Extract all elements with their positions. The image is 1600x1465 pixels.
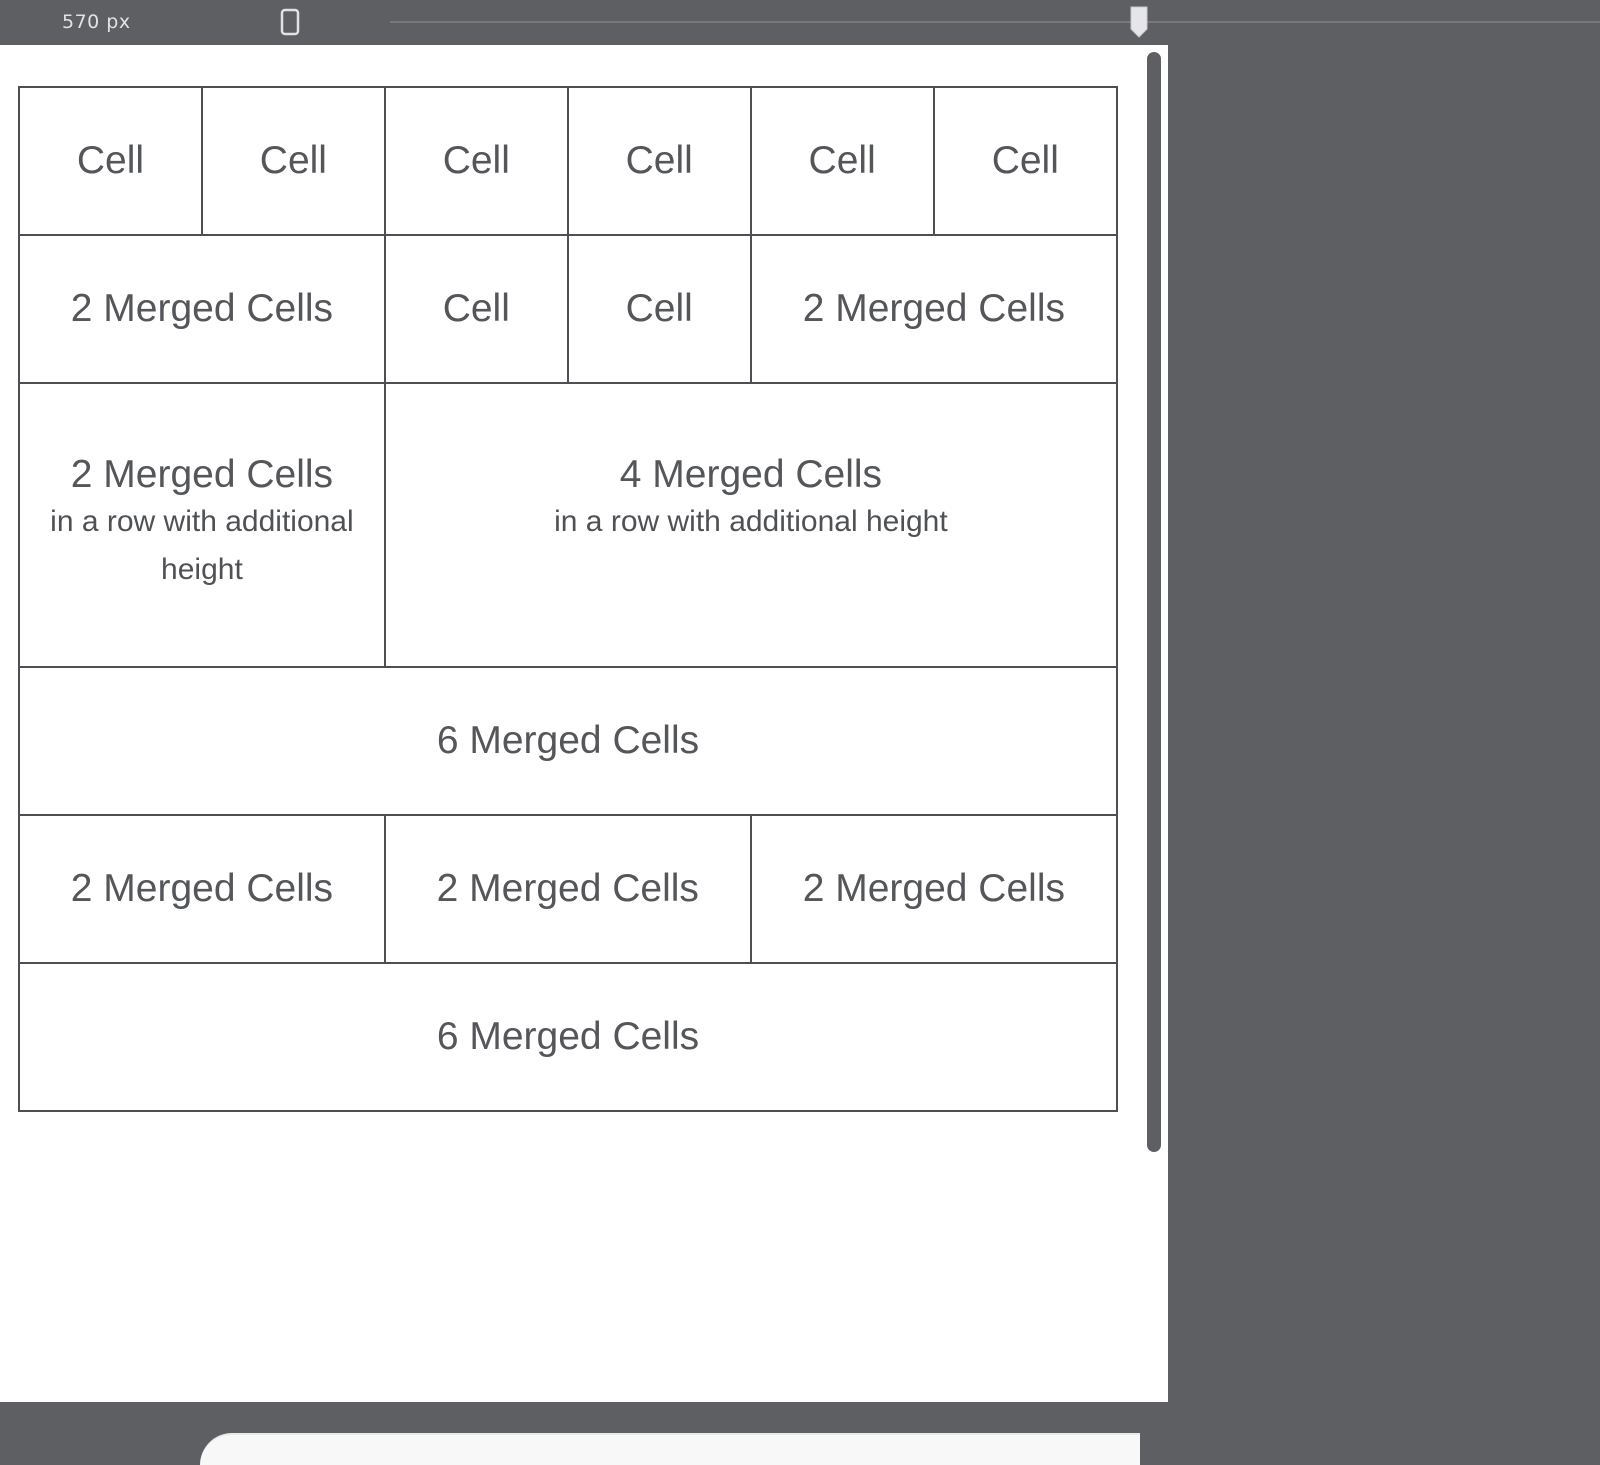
table-row: 2 Merged Cells Cell Cell 2 Merged Cells [18, 234, 1119, 384]
decorative-curve [200, 1433, 1140, 1465]
table-cell: Cell [383, 234, 569, 384]
viewport-width-readout: 570 px [62, 11, 131, 33]
cell-label: 2 Merged Cells [70, 287, 334, 330]
table-cell: Cell [566, 86, 752, 236]
cell-label: 2 Merged Cells [70, 867, 334, 910]
cell-label: Cell [442, 287, 510, 330]
table-row: Cell Cell Cell Cell Cell Cell [18, 86, 1119, 236]
device-frame-icon[interactable] [280, 8, 300, 36]
cell-label: Cell [625, 287, 693, 330]
cell-label: 2 Merged Cells [436, 867, 699, 910]
width-slider-track[interactable] [390, 21, 1600, 23]
merged-cells-table: Cell Cell Cell Cell Cell Cell 2 Merged Cells Ce… [18, 86, 1119, 1112]
merged-table-cell: 6 Merged Cells [18, 962, 1118, 1112]
cell-label: 6 Merged Cells [436, 719, 700, 762]
merged-table-cell: 2 Merged Cells in a row with additional h… [18, 382, 386, 668]
table-row: 6 Merged Cells [18, 666, 1118, 816]
merged-table-cell: 2 Merged Cells [383, 814, 752, 964]
table-row: 2 Merged Cells 2 Merged Cells 2 Merged Cel… [18, 814, 1119, 964]
merged-table-cell: 2 Merged Cells [18, 234, 386, 384]
cell-label: Cell [259, 139, 327, 182]
table-cell: Cell [18, 86, 203, 236]
cell-sublabel: in a row with additional height [50, 505, 354, 586]
merged-cells-table-container: Cell Cell Cell Cell Cell Cell 2 Merged Cells Ce… [18, 86, 1119, 1112]
cell-label: Cell [625, 139, 693, 182]
merged-table-cell: 2 Merged Cells [749, 234, 1119, 384]
cell-label: 2 Merged Cells [70, 453, 334, 496]
table-row: 6 Merged Cells [18, 962, 1118, 1112]
cell-label: Cell [808, 139, 876, 182]
table-cell: Cell [566, 234, 752, 384]
table-cell: Cell [383, 86, 569, 236]
cell-label: 2 Merged Cells [802, 867, 1065, 910]
table-row: 2 Merged Cells in a row with additional h… [18, 382, 1119, 668]
width-slider-handle-icon[interactable] [1129, 5, 1149, 39]
merged-table-cell: 2 Merged Cells [18, 814, 386, 964]
merged-table-cell: 4 Merged Cells in a row with additional h… [383, 382, 1119, 668]
table-cell: Cell [749, 86, 935, 236]
cell-label: Cell [76, 139, 145, 182]
cell-label: 4 Merged Cells [619, 453, 883, 496]
cell-sublabel: in a row with additional height [554, 505, 948, 538]
cell-label: Cell [442, 139, 510, 182]
responsive-toolbar: 570 px [0, 0, 1600, 45]
scrollbar-thumb[interactable] [1147, 52, 1161, 1152]
merged-table-cell: 2 Merged Cells [749, 814, 1119, 964]
table-cell: Cell [932, 86, 1119, 236]
merged-table-cell: 6 Merged Cells [18, 666, 1118, 816]
cell-label: Cell [991, 139, 1059, 182]
table-cell: Cell [200, 86, 386, 236]
cell-label: 2 Merged Cells [802, 287, 1065, 330]
cell-label: 6 Merged Cells [436, 1015, 700, 1058]
